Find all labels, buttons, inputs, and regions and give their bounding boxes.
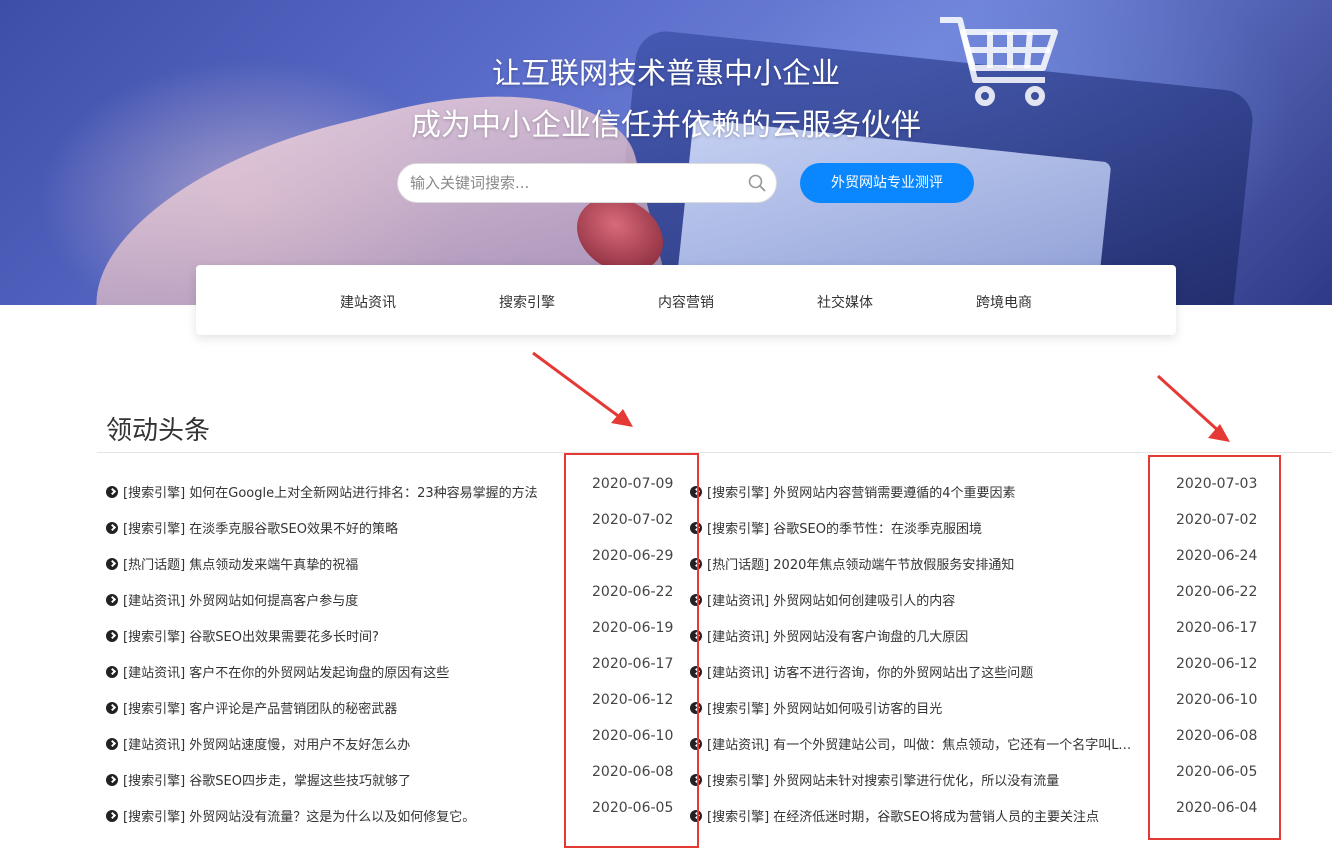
arrow-right-icon [1156,374,1230,442]
chevron-right-icon [106,630,118,642]
hero-title-line2: 成为中小企业信任并依赖的云服务伙伴 [411,108,921,143]
chevron-right-icon [106,522,118,534]
search-icon[interactable] [748,174,766,192]
category-nav: 建站资讯 搜索引擎 内容营销 社交媒体 跨境电商 [196,265,1176,335]
arrow-left-icon [532,351,633,427]
chevron-right-icon [106,738,118,750]
hero-title-line1: 让互联网技术普惠中小企业 [491,56,840,90]
search-input[interactable] [410,164,740,202]
date-highlight-box-right [1148,455,1281,840]
news-title[interactable]: [搜索引擎] 在淡季克服谷歌SEO效果不好的策略 [123,518,555,537]
news-title[interactable]: [建站资讯] 外贸网站如何提高客户参与度 [123,590,555,609]
news-title[interactable]: [搜索引擎] 谷歌SEO四步走，掌握这些技巧就够了 [123,770,555,789]
news-title[interactable]: [建站资讯] 外贸网站没有客户询盘的几大原因 [707,626,1139,645]
website-evaluation-button[interactable]: 外贸网站专业测评 [800,163,974,203]
news-title[interactable]: [搜索引擎] 外贸网站如何吸引访客的目光 [707,698,1139,717]
news-title[interactable]: [搜索引擎] 谷歌SEO的季节性：在淡季克服困境 [707,518,1139,537]
chevron-right-icon [106,774,118,786]
chevron-right-icon [106,558,118,570]
news-title[interactable]: [建站资讯] 客户不在你的外贸网站发起询盘的原因有这些 [123,662,555,681]
news-title[interactable]: [搜索引擎] 外贸网站没有流量？这是为什么以及如何修复它。 [123,806,555,825]
chevron-right-icon [106,810,118,822]
chevron-right-icon [106,702,118,714]
news-title[interactable]: [热门话题] 2020年焦点领动端午节放假服务安排通知 [707,554,1139,573]
news-title[interactable]: [搜索引擎] 如何在Google上对全新网站进行排名：23种容易掌握的方法 [123,482,555,501]
news-title[interactable]: [搜索引擎] 在经济低迷时期，谷歌SEO将成为营销人员的主要关注点 [707,806,1139,825]
news-title[interactable]: [建站资讯] 外贸网站速度慢，对用户不友好怎么办 [123,734,555,753]
news-title[interactable]: [搜索引擎] 外贸网站未针对搜索引擎进行优化，所以没有流量 [707,770,1139,789]
section-title: 领动头条 [106,416,211,446]
news-title[interactable]: [搜索引擎] 外贸网站内容营销需要遵循的4个重要因素 [707,482,1139,501]
nav-item-social-media[interactable]: 社交媒体 [817,292,873,312]
nav-item-content-marketing[interactable]: 内容营销 [658,292,714,312]
chevron-right-icon [106,486,118,498]
search-box [397,163,777,203]
nav-item-cross-border-ecommerce[interactable]: 跨境电商 [976,292,1032,312]
news-title[interactable]: [建站资讯] 有一个外贸建站公司，叫做：焦点领动，它还有一个名字叫Leadong… [707,734,1139,753]
chevron-right-icon [106,594,118,606]
hero-banner: 让互联网技术普惠中小企业 成为中小企业信任并依赖的云服务伙伴 [0,0,1332,305]
date-highlight-box-left [564,453,699,848]
news-title[interactable]: [搜索引擎] 客户评论是产品营销团队的秘密武器 [123,698,555,717]
news-title[interactable]: [建站资讯] 外贸网站如何创建吸引人的内容 [707,590,1139,609]
news-title[interactable]: [热门话题] 焦点领动发来端午真挚的祝福 [123,554,555,573]
nav-item-site-news[interactable]: 建站资讯 [340,292,396,312]
chevron-right-icon [106,666,118,678]
news-title[interactable]: [建站资讯] 访客不进行咨询，你的外贸网站出了这些问题 [707,662,1139,681]
section-divider [97,452,1332,453]
nav-item-search-engine[interactable]: 搜索引擎 [499,292,555,312]
news-title[interactable]: [搜索引擎] 谷歌SEO出效果需要花多长时间? [123,626,555,645]
